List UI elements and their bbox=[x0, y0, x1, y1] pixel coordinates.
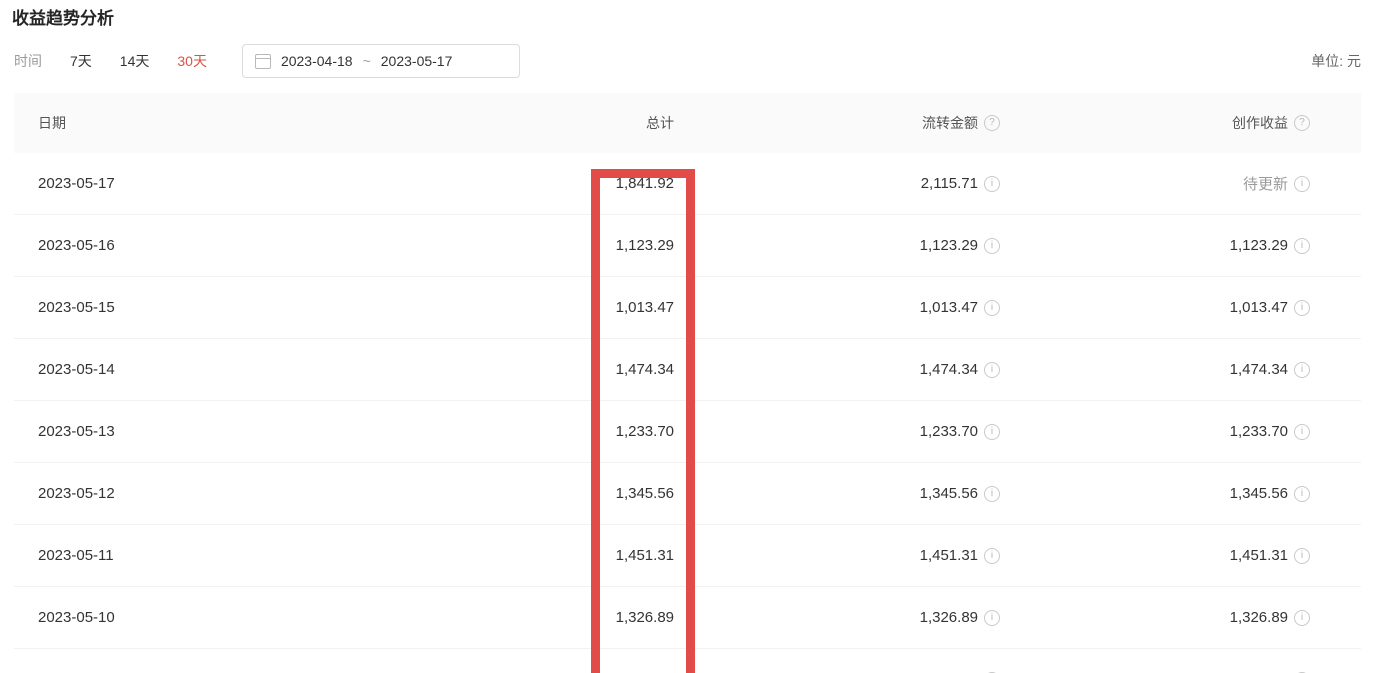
transfer-value: 1,013.47 bbox=[920, 299, 978, 316]
info-icon[interactable]: i bbox=[1294, 548, 1310, 564]
info-icon[interactable]: i bbox=[984, 424, 1000, 440]
time-option-30d[interactable]: 30天 bbox=[177, 51, 207, 71]
info-icon[interactable]: i bbox=[984, 610, 1000, 626]
start-date[interactable]: 2023-04-18 bbox=[281, 53, 353, 69]
cell-creation-income: 1,451.31 i bbox=[1000, 547, 1310, 564]
cell-transfer-amount: 1,451.31 i bbox=[674, 547, 1000, 564]
transfer-value: 1,474.34 bbox=[920, 361, 978, 378]
cell-date: 2023-05-12 bbox=[14, 485, 384, 502]
creation-value: 1,451.31 bbox=[1230, 547, 1288, 564]
column-header-total: 总计 bbox=[384, 113, 674, 133]
column-header-creation-label: 创作收益 bbox=[1232, 113, 1288, 133]
table-body: 2023-05-17 1,841.92 2,115.71 i 待更新 i 202… bbox=[14, 153, 1361, 673]
info-icon[interactable]: i bbox=[1294, 424, 1310, 440]
cell-date: 2023-05-15 bbox=[14, 299, 384, 316]
revenue-table: 日期 总计 流转金额 ? 创作收益 ? 2023-05-17 1,841.92 … bbox=[14, 93, 1361, 673]
column-header-transfer-amount: 流转金额 ? bbox=[674, 113, 1000, 133]
table-row: 2023-05-14 1,474.34 1,474.34 i 1,474.34 … bbox=[14, 339, 1361, 401]
time-option-14d[interactable]: 14天 bbox=[120, 51, 150, 71]
creation-value: 待更新 bbox=[1243, 173, 1288, 194]
cell-total: 1,841.92 bbox=[384, 175, 674, 192]
transfer-value: 1,345.56 bbox=[920, 485, 978, 502]
table-row: 2023-05-15 1,013.47 1,013.47 i 1,013.47 … bbox=[14, 277, 1361, 339]
cell-total: 1,123.29 bbox=[384, 237, 674, 254]
cell-creation-income: 1,233.70 i bbox=[1000, 423, 1310, 440]
transfer-value: 2,115.71 bbox=[921, 175, 978, 192]
column-header-transfer-label: 流转金额 bbox=[922, 113, 978, 133]
cell-date: 2023-05-17 bbox=[14, 175, 384, 192]
table-row: 2023-05-16 1,123.29 1,123.29 i 1,123.29 … bbox=[14, 215, 1361, 277]
cell-date: 2023-05-10 bbox=[14, 609, 384, 626]
info-icon[interactable]: i bbox=[1294, 300, 1310, 316]
creation-value: 1,123.29 bbox=[1230, 237, 1288, 254]
info-icon[interactable]: i bbox=[1294, 610, 1310, 626]
cell-creation-income: 1,123.29 i bbox=[1000, 237, 1310, 254]
unit-label: 单位: 元 bbox=[1311, 51, 1361, 71]
cell-creation-income: 1,013.47 i bbox=[1000, 299, 1310, 316]
cell-total: 1,345.56 bbox=[384, 485, 674, 502]
column-header-date: 日期 bbox=[14, 113, 384, 133]
cell-date: 2023-05-14 bbox=[14, 361, 384, 378]
table-header-row: 日期 总计 流转金额 ? 创作收益 ? bbox=[14, 93, 1361, 153]
creation-value: 1,474.34 bbox=[1230, 361, 1288, 378]
info-icon[interactable]: i bbox=[984, 300, 1000, 316]
transfer-value: 1,123.29 bbox=[920, 237, 978, 254]
end-date[interactable]: 2023-05-17 bbox=[381, 53, 453, 69]
cell-total: 1,233.70 bbox=[384, 423, 674, 440]
cell-total: 1,474.34 bbox=[384, 361, 674, 378]
info-icon[interactable]: i bbox=[1294, 238, 1310, 254]
cell-creation-income: 待更新 i bbox=[1000, 173, 1310, 194]
info-icon[interactable]: i bbox=[984, 548, 1000, 564]
info-icon[interactable]: i bbox=[984, 238, 1000, 254]
info-icon[interactable]: i bbox=[984, 362, 1000, 378]
cell-creation-income: 1,345.56 i bbox=[1000, 485, 1310, 502]
table-row: 2023-05-09 1,666.71 1,666.71 i 1,666.71 … bbox=[14, 649, 1361, 673]
creation-value: 1,345.56 bbox=[1230, 485, 1288, 502]
cell-transfer-amount: 1,326.89 i bbox=[674, 609, 1000, 626]
transfer-value: 1,233.70 bbox=[920, 423, 978, 440]
cell-total: 1,013.47 bbox=[384, 299, 674, 316]
page-title: 收益趋势分析 bbox=[12, 8, 1375, 30]
filter-bar: 时间 7天 14天 30天 2023-04-18 ~ 2023-05-17 单位… bbox=[14, 43, 1361, 79]
cell-total: 1,451.31 bbox=[384, 547, 674, 564]
cell-transfer-amount: 1,123.29 i bbox=[674, 237, 1000, 254]
cell-total: 1,326.89 bbox=[384, 609, 674, 626]
cell-date: 2023-05-13 bbox=[14, 423, 384, 440]
calendar-icon bbox=[255, 54, 271, 69]
info-icon[interactable]: i bbox=[1294, 362, 1310, 378]
cell-transfer-amount: 1,345.56 i bbox=[674, 485, 1000, 502]
cell-transfer-amount: 1,474.34 i bbox=[674, 361, 1000, 378]
info-icon[interactable]: i bbox=[1294, 486, 1310, 502]
creation-value: 1,326.89 bbox=[1230, 609, 1288, 626]
transfer-value: 1,451.31 bbox=[920, 547, 978, 564]
cell-creation-income: 1,326.89 i bbox=[1000, 609, 1310, 626]
table-row: 2023-05-11 1,451.31 1,451.31 i 1,451.31 … bbox=[14, 525, 1361, 587]
revenue-trend-panel: 收益趋势分析 时间 7天 14天 30天 2023-04-18 ~ 2023-0… bbox=[0, 8, 1375, 673]
help-icon[interactable]: ? bbox=[984, 115, 1000, 131]
creation-value: 1,013.47 bbox=[1230, 299, 1288, 316]
cell-creation-income: 1,474.34 i bbox=[1000, 361, 1310, 378]
cell-date: 2023-05-16 bbox=[14, 237, 384, 254]
cell-date: 2023-05-11 bbox=[14, 547, 384, 564]
cell-transfer-amount: 1,233.70 i bbox=[674, 423, 1000, 440]
cell-transfer-amount: 2,115.71 i bbox=[674, 175, 1000, 192]
creation-value: 1,233.70 bbox=[1230, 423, 1288, 440]
time-option-7d[interactable]: 7天 bbox=[70, 51, 92, 71]
table-row: 2023-05-17 1,841.92 2,115.71 i 待更新 i bbox=[14, 153, 1361, 215]
date-range-picker[interactable]: 2023-04-18 ~ 2023-05-17 bbox=[242, 44, 520, 78]
column-header-creation-income: 创作收益 ? bbox=[1000, 113, 1310, 133]
table-row: 2023-05-12 1,345.56 1,345.56 i 1,345.56 … bbox=[14, 463, 1361, 525]
info-icon[interactable]: i bbox=[984, 486, 1000, 502]
table-row: 2023-05-10 1,326.89 1,326.89 i 1,326.89 … bbox=[14, 587, 1361, 649]
time-filter-label: 时间 bbox=[14, 51, 42, 71]
transfer-value: 1,326.89 bbox=[920, 609, 978, 626]
date-range-separator: ~ bbox=[363, 53, 371, 69]
cell-transfer-amount: 1,013.47 i bbox=[674, 299, 1000, 316]
info-icon[interactable]: i bbox=[1294, 176, 1310, 192]
table-row: 2023-05-13 1,233.70 1,233.70 i 1,233.70 … bbox=[14, 401, 1361, 463]
info-icon[interactable]: i bbox=[984, 176, 1000, 192]
help-icon[interactable]: ? bbox=[1294, 115, 1310, 131]
